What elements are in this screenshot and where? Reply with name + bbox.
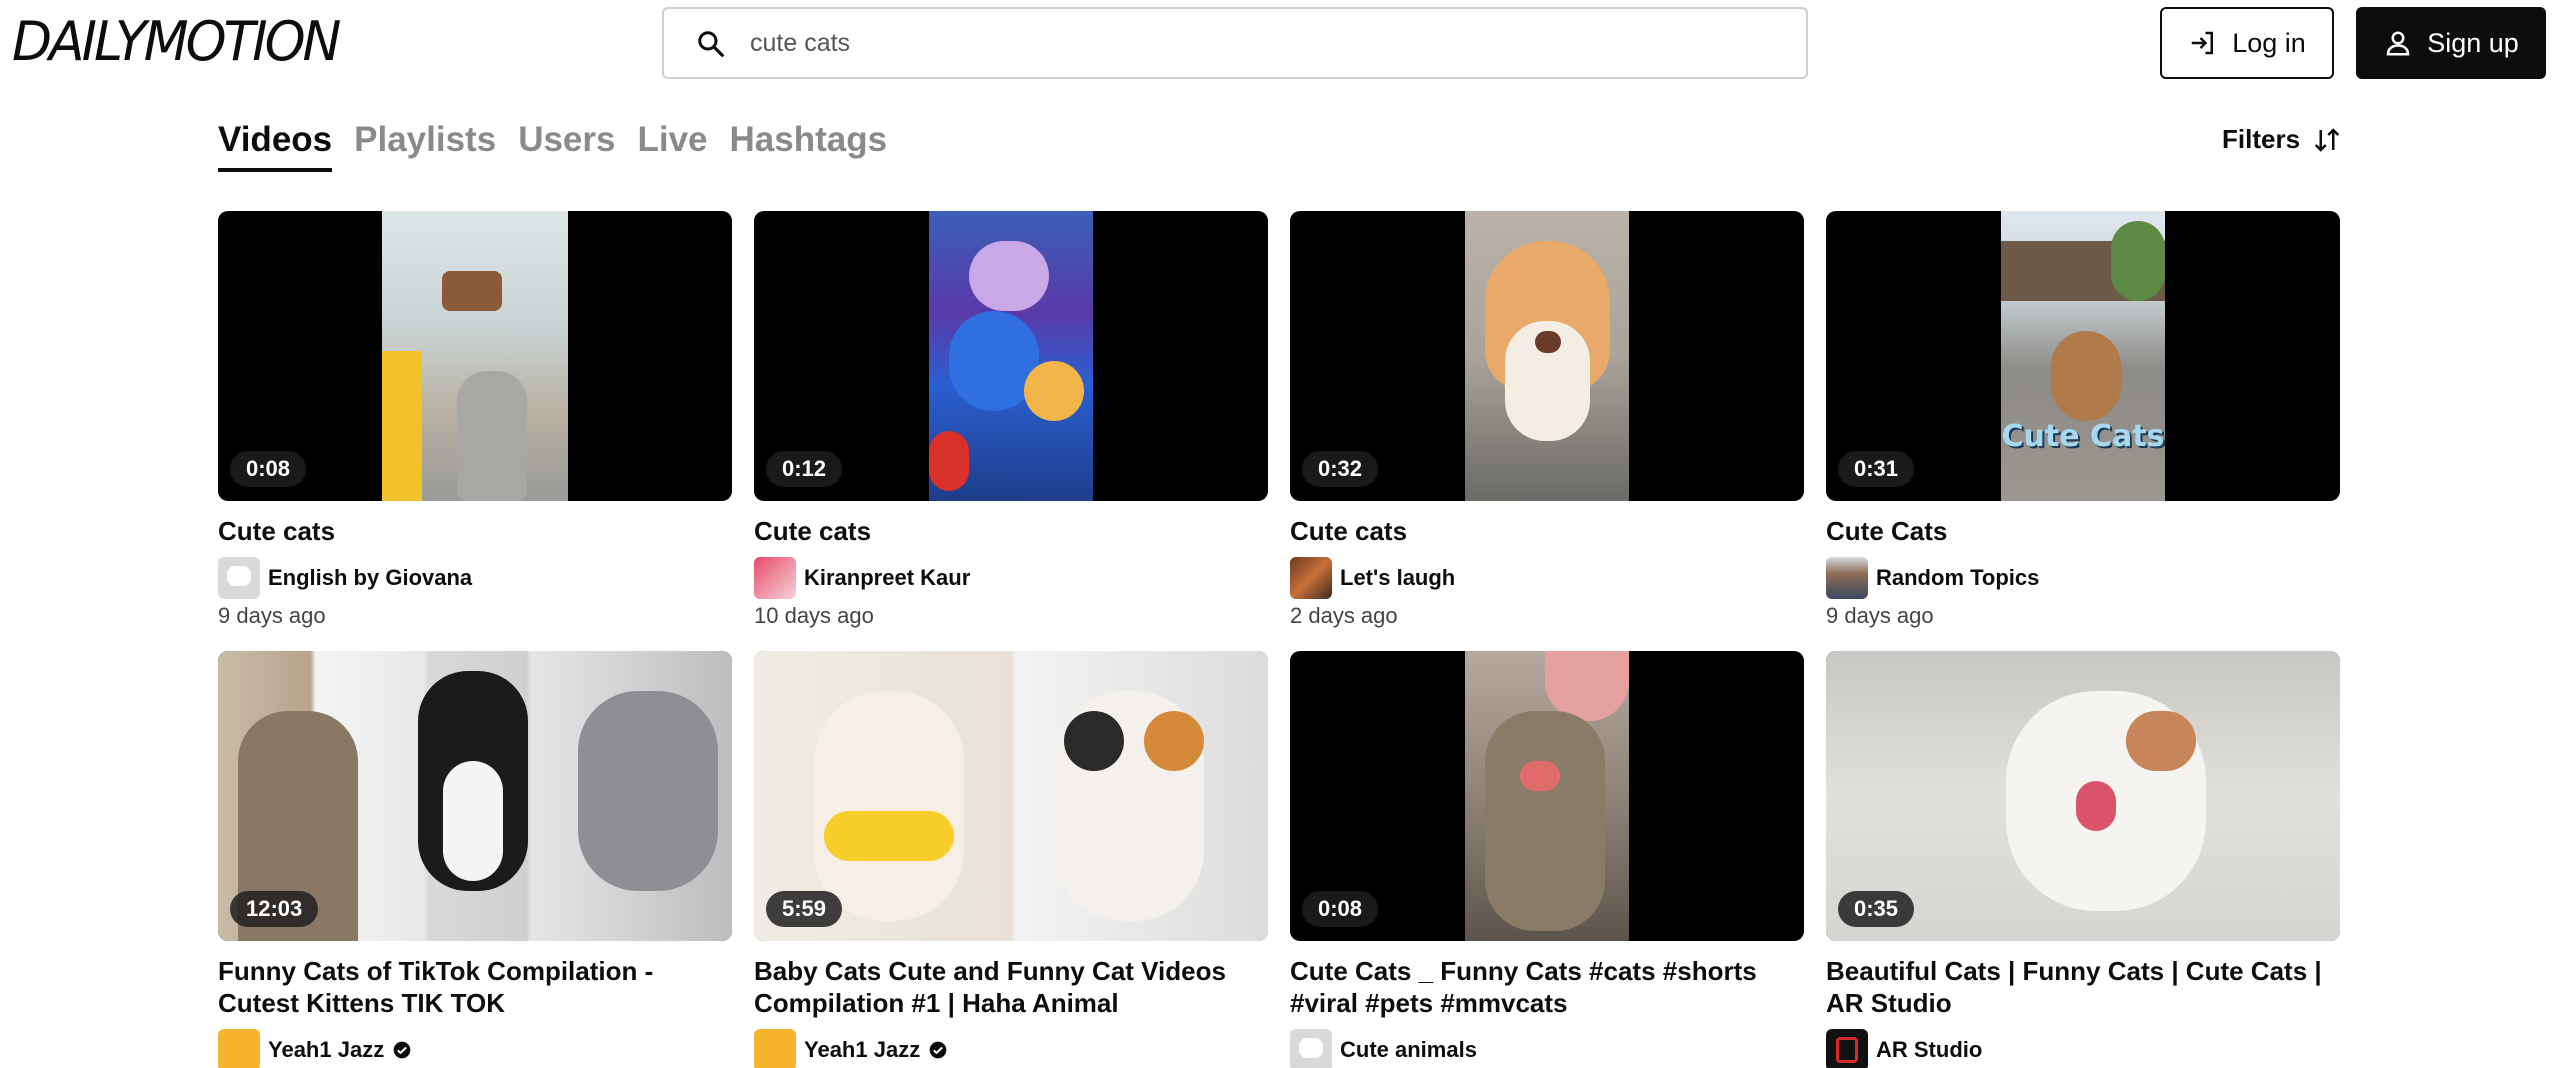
- filters-label: Filters: [2222, 124, 2301, 154]
- video-thumbnail[interactable]: 0:32: [1290, 211, 1804, 501]
- filters-button[interactable]: Filters: [2222, 124, 2342, 155]
- upload-date: 2 days ago: [1290, 603, 1398, 628]
- channel-row[interactable]: Yeah1 Jazz: [754, 1029, 1268, 1068]
- duration-badge: 0:12: [766, 451, 843, 487]
- video-card[interactable]: 0:12 Cute cats Kiranpreet Kaur 10 days a…: [754, 211, 1268, 651]
- video-card[interactable]: 0:35 Beautiful Cats | Funny Cats | Cute …: [1826, 651, 2340, 1068]
- video-title[interactable]: Cute cats: [218, 515, 732, 547]
- signup-label: Sign up: [2427, 27, 2519, 58]
- duration-badge: 0:35: [1838, 891, 1915, 927]
- login-label: Log in: [2232, 27, 2306, 58]
- channel-avatar: [1290, 557, 1332, 599]
- channel-avatar: [218, 557, 260, 599]
- duration-badge: 0:32: [1302, 451, 1379, 487]
- video-title[interactable]: Cute Cats: [1826, 515, 2340, 547]
- video-thumbnail[interactable]: 12:03: [218, 651, 732, 941]
- video-thumbnail[interactable]: 0:12: [754, 211, 1268, 501]
- upload-date: 9 days ago: [1826, 603, 1934, 628]
- video-title[interactable]: Cute Cats _ Funny Cats #cats #shorts #vi…: [1290, 955, 1804, 1019]
- channel-row[interactable]: Let's laugh: [1290, 557, 1804, 599]
- duration-badge: 0:08: [1302, 891, 1379, 927]
- channel-row[interactable]: English by Giovana: [218, 557, 732, 599]
- video-card[interactable]: 0:08 Cute cats English by Giovana 9 days…: [218, 211, 732, 651]
- sort-arrows-icon: [2314, 127, 2340, 152]
- duration-badge: 0:08: [230, 451, 307, 487]
- channel-row[interactable]: Random Topics: [1826, 557, 2340, 599]
- video-thumbnail[interactable]: 0:35: [1826, 651, 2340, 941]
- video-card[interactable]: 5:59 Baby Cats Cute and Funny Cat Videos…: [754, 651, 1268, 1068]
- video-title[interactable]: Cute cats: [1290, 515, 1804, 547]
- channel-name: Yeah1 Jazz: [268, 1037, 385, 1062]
- upload-date: 10 days ago: [754, 603, 874, 628]
- verified-badge-icon: [393, 1041, 411, 1059]
- login-button[interactable]: Log in: [2160, 7, 2334, 79]
- channel-name: Cute animals: [1340, 1037, 1477, 1062]
- channel-name: AR Studio: [1876, 1037, 1983, 1062]
- channel-name: Let's laugh: [1340, 565, 1456, 590]
- video-title[interactable]: Cute cats: [754, 515, 1268, 547]
- channel-name: Yeah1 Jazz: [804, 1037, 921, 1062]
- video-thumbnail[interactable]: 0:08: [1290, 651, 1804, 941]
- channel-row[interactable]: Yeah1 Jazz: [218, 1029, 732, 1068]
- header: DAILYMOTION Log in Sign up: [0, 0, 2560, 90]
- video-card[interactable]: 0:32 Cute cats Let's laugh 2 days ago: [1290, 211, 1804, 651]
- verified-badge-icon: [929, 1041, 947, 1059]
- user-icon: [2386, 31, 2410, 56]
- result-tabs: Videos Playlists Users Live Hashtags: [218, 118, 887, 172]
- thumbnail-caption: Cute Cats: [2001, 419, 2165, 454]
- video-grid: 0:08 Cute cats English by Giovana 9 days…: [218, 211, 2342, 1068]
- channel-avatar: [754, 1029, 796, 1068]
- search-input[interactable]: [750, 9, 1790, 77]
- channel-avatar: [1826, 557, 1868, 599]
- login-icon: [2191, 31, 2214, 55]
- tab-videos[interactable]: Videos: [218, 118, 333, 172]
- tab-users[interactable]: Users: [518, 118, 615, 172]
- channel-name: Kiranpreet Kaur: [804, 565, 971, 590]
- dailymotion-logo[interactable]: DAILYMOTION: [12, 13, 341, 72]
- channel-avatar: [218, 1029, 260, 1068]
- channel-avatar: [1826, 1029, 1868, 1068]
- video-title[interactable]: Beautiful Cats | Funny Cats | Cute Cats …: [1826, 955, 2340, 1019]
- duration-badge: 5:59: [766, 891, 843, 927]
- channel-name: Random Topics: [1876, 565, 2040, 590]
- channel-row[interactable]: AR Studio: [1826, 1029, 2340, 1068]
- tab-hashtags[interactable]: Hashtags: [730, 118, 888, 172]
- video-card[interactable]: Cute Cats 0:31 Cute Cats Random Topics 9…: [1826, 211, 2340, 651]
- video-thumbnail[interactable]: 0:08: [218, 211, 732, 501]
- channel-avatar: [1290, 1029, 1332, 1068]
- upload-date: 9 days ago: [218, 603, 326, 628]
- video-title[interactable]: Baby Cats Cute and Funny Cat Videos Comp…: [754, 955, 1268, 1019]
- video-card[interactable]: 0:08 Cute Cats _ Funny Cats #cats #short…: [1290, 651, 1804, 1068]
- channel-row[interactable]: Cute animals: [1290, 1029, 1804, 1068]
- search-icon[interactable]: [696, 29, 726, 59]
- tab-live[interactable]: Live: [637, 118, 707, 172]
- video-title[interactable]: Funny Cats of TikTok Compilation - Cutes…: [218, 955, 732, 1019]
- duration-badge: 12:03: [230, 891, 319, 927]
- channel-name: English by Giovana: [268, 565, 473, 590]
- video-thumbnail[interactable]: 5:59: [754, 651, 1268, 941]
- video-card[interactable]: 12:03 Funny Cats of TikTok Compilation -…: [218, 651, 732, 1068]
- channel-avatar: [754, 557, 796, 599]
- duration-badge: 0:31: [1838, 451, 1915, 487]
- search-bar[interactable]: [662, 7, 1808, 79]
- tab-playlists[interactable]: Playlists: [354, 118, 496, 172]
- signup-button[interactable]: Sign up: [2356, 7, 2546, 79]
- channel-row[interactable]: Kiranpreet Kaur: [754, 557, 1268, 599]
- video-thumbnail[interactable]: Cute Cats 0:31: [1826, 211, 2340, 501]
